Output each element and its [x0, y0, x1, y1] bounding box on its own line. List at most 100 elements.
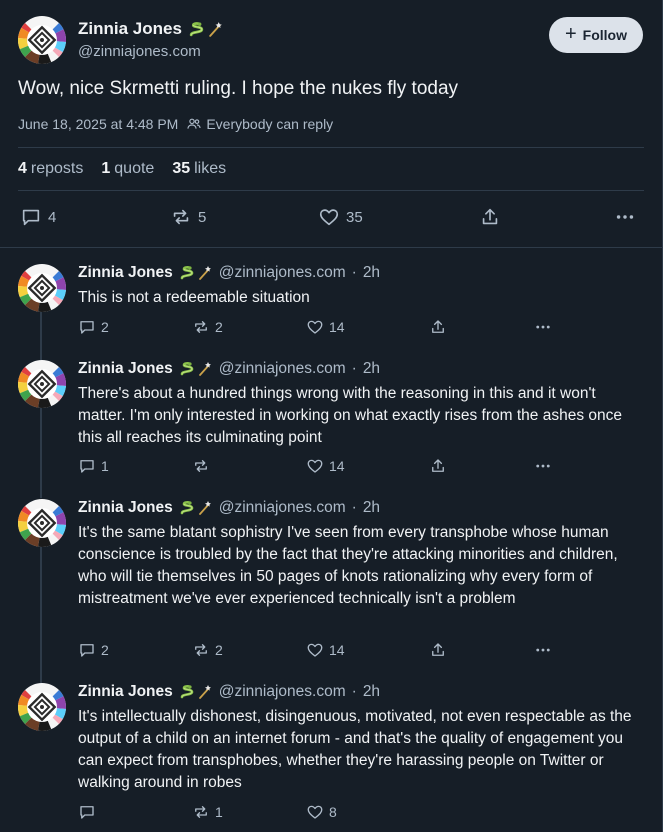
- more-button[interactable]: [614, 206, 636, 228]
- author-handle[interactable]: @zinniajones.com: [219, 360, 346, 378]
- reply-text: It's the same blatant sophistry I've see…: [78, 524, 618, 607]
- repost-button[interactable]: 2: [192, 318, 223, 336]
- post-time[interactable]: 2h: [363, 264, 380, 282]
- like-button[interactable]: 35: [318, 206, 363, 228]
- repost-button[interactable]: [192, 457, 215, 475]
- like-button[interactable]: 14: [306, 318, 345, 336]
- like-count: 8: [329, 804, 337, 820]
- likes-stat[interactable]: 35 likes: [172, 160, 226, 178]
- repost-button[interactable]: 5: [170, 206, 206, 228]
- separator-dot: ·: [351, 264, 357, 281]
- divider: [18, 147, 644, 148]
- more-dots-icon: [534, 318, 552, 336]
- repost-button[interactable]: 1: [192, 803, 223, 821]
- thread-line: [40, 408, 42, 498]
- quotes-stat[interactable]: 1 quote: [101, 160, 154, 178]
- reply-button[interactable]: 1: [78, 457, 109, 475]
- author-handle[interactable]: @zinniajones.com: [219, 499, 346, 517]
- heart-icon: [306, 641, 324, 659]
- more-dots-icon: [534, 457, 552, 475]
- author-handle[interactable]: @zinniajones.com: [219, 264, 346, 282]
- reply-actions: 2 2 14: [78, 318, 558, 338]
- share-button[interactable]: [429, 457, 447, 475]
- reply-icon: [78, 641, 96, 659]
- reply-actions: 1 8: [78, 803, 558, 823]
- reply-header: Zinnia Jones @zinniajones.com · 2h: [78, 499, 380, 517]
- separator-dot: ·: [351, 360, 357, 377]
- share-icon: [429, 318, 447, 336]
- share-button[interactable]: [429, 641, 447, 659]
- share-icon: [429, 457, 447, 475]
- post-time[interactable]: 2h: [363, 683, 380, 701]
- share-button[interactable]: [479, 206, 501, 228]
- heart-icon: [318, 206, 340, 228]
- like-button[interactable]: 14: [306, 457, 345, 475]
- thread-page: Zinnia Jones @zinniajones.com + Follow W…: [0, 0, 663, 832]
- post-time[interactable]: 2h: [363, 499, 380, 517]
- reply-actions: 2 2 14: [78, 641, 558, 661]
- author-handle[interactable]: @zinniajones.com: [219, 683, 346, 701]
- follow-label: Follow: [582, 27, 627, 43]
- repost-count: 2: [215, 319, 223, 335]
- share-icon: [429, 641, 447, 659]
- people-icon: [186, 116, 202, 132]
- like-count: 35: [346, 208, 363, 226]
- post-stats: 4 reposts 1 quote 35 likes: [18, 160, 226, 178]
- wand-icon: [197, 361, 213, 377]
- more-button[interactable]: [534, 641, 552, 659]
- avatar[interactable]: [18, 360, 66, 408]
- reply-button[interactable]: 2: [78, 641, 109, 659]
- heart-icon: [306, 318, 324, 336]
- heart-icon: [306, 457, 324, 475]
- repost-icon: [192, 641, 210, 659]
- snake-icon: [179, 684, 195, 700]
- post-meta: June 18, 2025 at 4:48 PM Everybody can r…: [18, 116, 333, 132]
- author-name[interactable]: Zinnia Jones: [78, 683, 173, 701]
- avatar[interactable]: [18, 264, 66, 312]
- snake-icon: [188, 21, 205, 38]
- reply-setting: Everybody can reply: [186, 116, 333, 132]
- repost-count: 1: [215, 804, 223, 820]
- reply-count: 2: [101, 642, 109, 658]
- heart-icon: [306, 803, 324, 821]
- author-name[interactable]: Zinnia Jones: [78, 264, 173, 282]
- like-button[interactable]: 8: [306, 803, 337, 821]
- avatar[interactable]: [18, 683, 66, 731]
- like-button[interactable]: 14: [306, 641, 345, 659]
- thread-line: [40, 312, 42, 360]
- snake-icon: [179, 265, 195, 281]
- post-time[interactable]: 2h: [363, 360, 380, 378]
- reply-button[interactable]: [78, 803, 101, 821]
- reply-text: There's about a hundred things wrong wit…: [78, 385, 622, 446]
- repost-button[interactable]: 2: [192, 641, 223, 659]
- author-name[interactable]: Zinnia Jones: [78, 360, 173, 378]
- repost-count: 2: [215, 642, 223, 658]
- reply-actions: 1 14: [78, 457, 558, 477]
- avatar[interactable]: [18, 499, 66, 547]
- reply-button[interactable]: 4: [20, 206, 56, 228]
- more-button[interactable]: [534, 457, 552, 475]
- more-button[interactable]: [534, 318, 552, 336]
- reply-icon: [78, 803, 96, 821]
- reply-button[interactable]: 2: [78, 318, 109, 336]
- repost-count: 5: [198, 208, 207, 226]
- share-button[interactable]: [429, 318, 447, 336]
- follow-button[interactable]: + Follow: [549, 17, 643, 53]
- post-timestamp[interactable]: June 18, 2025 at 4:48 PM: [18, 116, 178, 132]
- reply-text: This is not a redeemable situation: [78, 289, 310, 306]
- repost-icon: [170, 206, 192, 228]
- main-post: Zinnia Jones @zinniajones.com + Follow W…: [0, 0, 662, 248]
- post-text: Wow, nice Skrmetti ruling. I hope the nu…: [18, 78, 459, 99]
- share-icon: [479, 206, 501, 228]
- reposts-stat[interactable]: 4 reposts: [18, 160, 83, 178]
- author-name[interactable]: Zinnia Jones: [78, 499, 173, 517]
- separator-dot: ·: [351, 499, 357, 516]
- wand-icon: [207, 21, 224, 38]
- snake-icon: [179, 361, 195, 377]
- author-handle[interactable]: @zinniajones.com: [78, 43, 201, 60]
- thread-line: [40, 547, 42, 683]
- avatar[interactable]: [18, 16, 66, 64]
- author-name[interactable]: Zinnia Jones: [78, 19, 182, 39]
- wand-icon: [197, 684, 213, 700]
- author-name-row[interactable]: Zinnia Jones: [78, 19, 224, 39]
